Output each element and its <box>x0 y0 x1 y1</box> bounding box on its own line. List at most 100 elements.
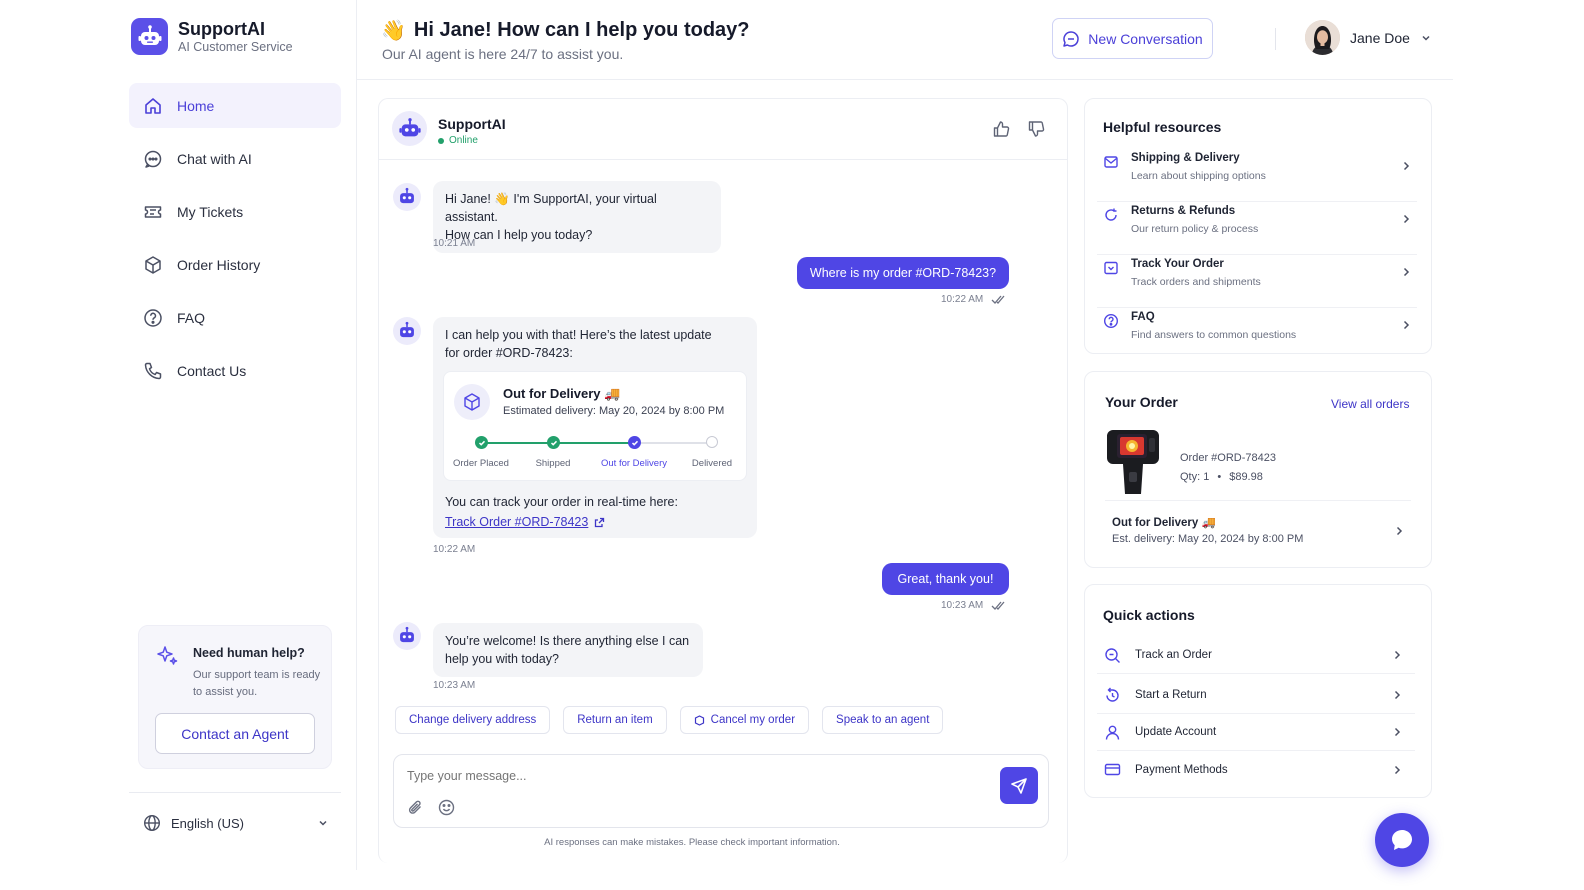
user-menu[interactable]: Jane Doe <box>1305 20 1432 55</box>
delivery-estimate: Estimated delivery: May 20, 2024 by 8:00… <box>503 405 725 417</box>
order-status-row[interactable]: Out for Delivery 🚚 Est. delivery: May 20… <box>1105 507 1411 555</box>
status-text: Online <box>449 135 478 146</box>
sidebar-item-label: Contact Us <box>177 362 247 379</box>
chevron-right-icon <box>1403 320 1410 330</box>
user-icon <box>1105 725 1120 740</box>
cancel-box-icon <box>694 714 704 726</box>
order-status: Out for Delivery 🚚 <box>1112 515 1216 529</box>
sidebar-item-order-history[interactable]: Order History <box>129 242 341 287</box>
home-icon <box>145 97 161 114</box>
sidebar-item-label: FAQ <box>177 309 206 326</box>
bot-message: Hi Jane! 👋 I'm SupportAI, your virtual a… <box>433 181 721 253</box>
refresh-icon <box>1105 208 1117 221</box>
chat-bubble-icon <box>1392 830 1412 850</box>
chip-change-delivery-address[interactable]: Change delivery address <box>395 706 551 734</box>
chevron-right-icon <box>1394 690 1401 700</box>
sidebar-nav: Home Chat with AI My Tickets Order Histo… <box>129 83 341 401</box>
floating-chat-button[interactable] <box>1375 813 1429 867</box>
bot-avatar <box>392 111 427 146</box>
sidebar-item-chat-with-ai[interactable]: Chat with AI <box>129 136 341 181</box>
quick-action-track-order[interactable]: Track an Order <box>1097 637 1415 674</box>
step-complete-icon <box>547 436 560 449</box>
delivery-title: Out for Delivery 🚚 <box>503 386 620 402</box>
chat-panel: SupportAI Online Hi Jane! 👋 I'm SupportA… <box>378 98 1068 863</box>
quick-action-label: Payment Methods <box>1135 763 1228 776</box>
sidebar-item-label: Home <box>177 97 215 114</box>
chevron-right-icon <box>1394 727 1401 737</box>
chat-header: SupportAI Online <box>379 99 1067 160</box>
greeting-text: Hi Jane! How can I help you today? <box>413 19 750 41</box>
step-label: Order Placed <box>453 458 509 469</box>
user-message: Great, thank you! <box>882 563 1009 595</box>
brand-name: SupportAI <box>178 18 265 39</box>
bot-message: You’re welcome! Is there anything else I… <box>433 623 703 677</box>
send-button[interactable] <box>1000 767 1038 804</box>
suggestion-chips: Change delivery address Return an item C… <box>395 706 944 734</box>
help-text: Our support team is ready to assist you. <box>193 669 321 698</box>
resource-title: FAQ <box>1131 311 1155 323</box>
ticket-icon <box>144 205 162 218</box>
quick-action-label: Track an Order <box>1135 649 1212 661</box>
brand-subtitle: AI Customer Service <box>178 39 293 54</box>
sidebar-item-label: Chat with AI <box>177 150 252 167</box>
sidebar: SupportAI AI Customer Service Home Chat … <box>115 0 357 870</box>
resource-returns[interactable]: Returns & Refunds Our return policy & pr… <box>1097 202 1417 255</box>
step-label: Out for Delivery <box>601 458 667 469</box>
contact-agent-button[interactable]: Contact an Agent <box>155 713 315 754</box>
quick-action-label: Update Account <box>1135 726 1217 738</box>
quick-action-payment-methods[interactable]: Payment Methods <box>1097 751 1415 788</box>
bot-avatar <box>393 317 421 345</box>
resource-faq[interactable]: FAQ Find answers to common questions <box>1097 308 1417 361</box>
chip-return-item[interactable]: Return an item <box>563 706 667 734</box>
progress-remaining <box>634 442 712 444</box>
status-badge: Online <box>438 135 478 146</box>
message-input[interactable] <box>407 769 967 783</box>
quick-action-start-return[interactable]: Start a Return <box>1097 677 1415 714</box>
double-check-icon <box>991 601 1005 610</box>
resource-title: Shipping & Delivery <box>1131 152 1240 164</box>
resource-shipping[interactable]: Shipping & Delivery Learn about shipping… <box>1097 149 1417 202</box>
sidebar-item-contact-us[interactable]: Contact Us <box>129 348 341 393</box>
message-text: I can help you with that! Here’s the lat… <box>445 328 712 342</box>
delivery-title-text: Out for Delivery <box>503 386 601 401</box>
sidebar-item-label: My Tickets <box>177 203 244 220</box>
divider <box>1105 500 1411 501</box>
sidebar-item-faq[interactable]: FAQ <box>129 295 341 340</box>
chevron-right-icon <box>1396 526 1403 536</box>
chip-speak-to-agent[interactable]: Speak to an agent <box>822 706 944 734</box>
resource-track-order[interactable]: Track Your Order Track orders and shipme… <box>1097 255 1417 308</box>
product-image[interactable] <box>1105 422 1161 498</box>
chevron-down-icon <box>1422 35 1430 41</box>
timestamp-text: 10:22 AM <box>941 294 984 305</box>
sidebar-item-label: Order History <box>177 256 261 273</box>
double-check-icon <box>991 295 1005 304</box>
quick-actions-panel: Quick actions Track an Order Start a Ret… <box>1084 584 1432 798</box>
brand[interactable]: SupportAI AI Customer Service <box>131 18 293 55</box>
order-meta: Qty: 1 • $89.98 <box>1180 471 1263 483</box>
emoji-icon[interactable] <box>438 799 455 816</box>
thumbs-down-icon[interactable] <box>1027 120 1045 138</box>
track-order-link[interactable]: Track Order #ORD-78423 <box>445 512 605 532</box>
language-select[interactable]: English (US) <box>143 814 329 832</box>
new-conversation-button[interactable]: New Conversation <box>1052 18 1213 59</box>
paperclip-icon[interactable] <box>407 799 424 816</box>
sparkle-icon <box>157 646 178 665</box>
step-pending-icon <box>706 436 718 448</box>
quick-action-update-account[interactable]: Update Account <box>1097 714 1415 751</box>
panel-title: Your Order <box>1105 394 1178 410</box>
timestamp: 10:22 AM <box>941 294 1007 305</box>
order-status-text: Out for Delivery <box>1112 517 1199 529</box>
sidebar-item-home[interactable]: Home <box>129 83 341 128</box>
view-all-orders-link[interactable]: View all orders <box>1331 397 1409 411</box>
order-est-delivery: Est. delivery: May 20, 2024 by 8:00 PM <box>1112 533 1304 545</box>
resource-subtitle: Learn about shipping options <box>1131 170 1266 182</box>
help-title: Need human help? <box>193 646 305 660</box>
question-icon <box>1103 313 1119 329</box>
chip-cancel-order[interactable]: Cancel my order <box>679 706 810 734</box>
step-complete-icon <box>475 436 488 449</box>
thumbs-up-icon[interactable] <box>992 120 1010 138</box>
sidebar-item-my-tickets[interactable]: My Tickets <box>129 189 341 234</box>
step-label: Delivered <box>691 458 733 469</box>
link-text: Track Order #ORD-78423 <box>445 515 589 529</box>
helpful-resources-panel: Helpful resources Shipping & Delivery Le… <box>1084 98 1432 354</box>
